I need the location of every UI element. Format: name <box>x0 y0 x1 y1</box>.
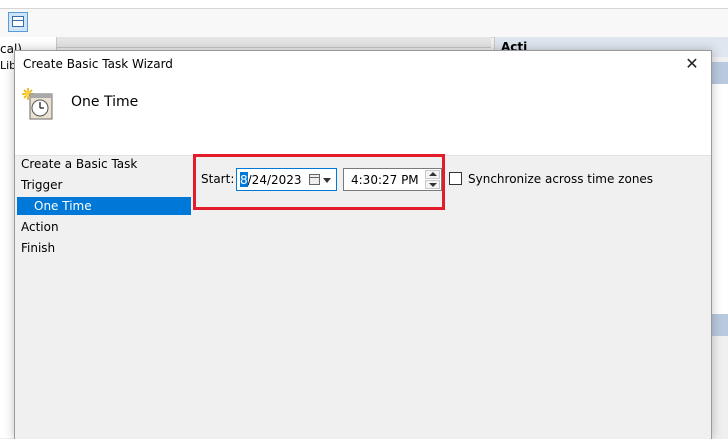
nav-item-trigger[interactable]: Trigger <box>15 176 191 194</box>
time-spinner[interactable] <box>425 170 440 189</box>
spin-down-button[interactable] <box>425 180 440 189</box>
parent-center-header <box>57 37 491 48</box>
start-time-value[interactable]: 4:30:27 PM <box>351 173 419 187</box>
calendar-icon[interactable] <box>309 174 320 185</box>
spin-up-button[interactable] <box>425 170 440 179</box>
nav-item-finish[interactable]: Finish <box>15 239 191 257</box>
wizard-header: One Time <box>15 77 711 156</box>
wizard-content: Start: 8/24/2023 4:30:27 PM Synchronize … <box>191 155 711 439</box>
date-month-segment[interactable]: 8 <box>240 173 248 187</box>
actions-strip-bottom <box>710 314 728 336</box>
start-date-picker[interactable]: 8/24/2023 <box>236 168 337 191</box>
nav-item-create-basic-task[interactable]: Create a Basic Task <box>15 155 191 173</box>
wizard-step-title: One Time <box>71 94 139 110</box>
parent-toolbar <box>0 9 728 38</box>
window-pane-icon <box>12 16 24 27</box>
toolbar-window-button[interactable] <box>8 12 28 32</box>
sync-time-zones-label[interactable]: Synchronize across time zones <box>468 172 653 186</box>
create-basic-task-wizard: Create Basic Task Wizard ✕ One Time Crea… <box>14 50 712 439</box>
parent-window-top-edge <box>0 0 728 9</box>
calendar-clock-icon <box>22 88 53 120</box>
start-label: Start: <box>201 172 235 186</box>
date-rest-segment[interactable]: /24/2023 <box>248 173 302 187</box>
nav-item-action[interactable]: Action <box>15 218 191 236</box>
close-icon: ✕ <box>685 54 699 73</box>
wizard-step-list: Create a Basic Task Trigger One Time Act… <box>15 155 191 439</box>
dialog-title: Create Basic Task Wizard <box>23 57 173 71</box>
chevron-down-icon[interactable] <box>323 178 331 183</box>
start-time-picker[interactable]: 4:30:27 PM <box>343 168 442 191</box>
tree-item-library[interactable]: Lib <box>0 59 16 73</box>
sync-time-zones-checkbox[interactable] <box>449 172 462 185</box>
close-button[interactable]: ✕ <box>679 53 705 75</box>
dialog-title-bar[interactable]: Create Basic Task Wizard ✕ <box>15 51 711 77</box>
actions-pane <box>710 84 728 314</box>
nav-item-one-time[interactable]: One Time <box>17 197 191 215</box>
actions-strip-top <box>710 62 728 84</box>
start-date-value[interactable]: 8/24/2023 <box>240 173 302 187</box>
